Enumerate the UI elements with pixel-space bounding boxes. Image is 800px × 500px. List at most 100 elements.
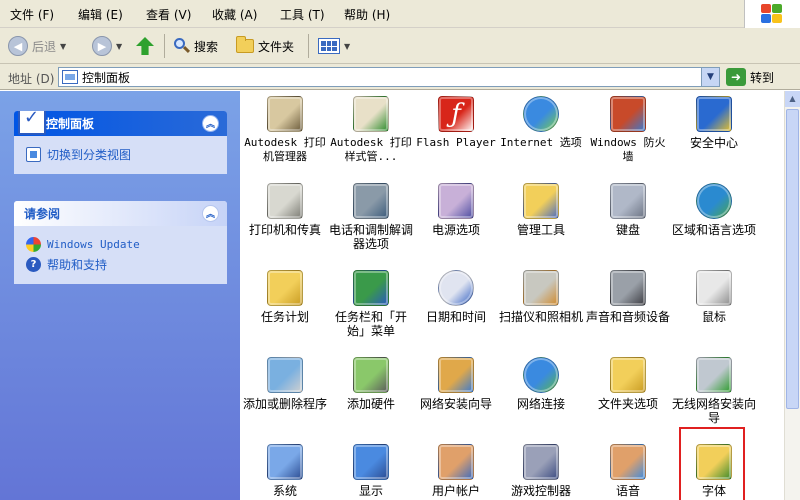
phone-modem-icon xyxy=(353,183,389,219)
address-dropdown-icon[interactable]: ▼ xyxy=(701,68,719,86)
globe-icon xyxy=(696,183,732,219)
control-panel-item[interactable]: 用户帐户 xyxy=(414,444,498,498)
control-panel-item[interactable]: 无线网络安装向导 xyxy=(672,357,756,425)
toolbar: ◀ 后退 ▼ ▶ ▼ 搜索 文件夹 ▼ xyxy=(0,28,800,64)
control-panel-item-label: 管理工具 xyxy=(516,223,565,237)
control-panel-item-label: 显示 xyxy=(358,484,383,498)
control-panel-item-label: 电话和调制解调器选项 xyxy=(329,223,414,251)
collapse-icon[interactable]: ︽ xyxy=(202,115,219,132)
control-panel-item[interactable]: 添加硬件 xyxy=(329,357,413,411)
go-button[interactable]: ➜ 转到 xyxy=(726,67,774,87)
vertical-scrollbar[interactable]: ▲ xyxy=(784,91,800,500)
control-panel-item-label: 打印机和传真 xyxy=(248,223,321,237)
control-panel-item[interactable]: 系统 xyxy=(243,444,327,498)
help-and-support-label: 帮助和支持 xyxy=(47,257,108,272)
menu-tools[interactable]: 工具 (T) xyxy=(280,6,325,23)
back-dropdown-icon[interactable]: ▼ xyxy=(60,42,66,51)
control-panel-item[interactable]: 语音 xyxy=(586,444,670,498)
control-panel-item-label: Flash Player xyxy=(416,136,496,149)
control-panel-section-header[interactable]: 控制面板 ︽ xyxy=(14,111,227,136)
admin-tools-icon xyxy=(523,183,559,219)
add-remove-icon xyxy=(267,357,303,393)
collapse-icon[interactable]: ︽ xyxy=(202,205,219,222)
search-label: 搜索 xyxy=(194,39,219,54)
control-panel-item[interactable]: 安全中心 xyxy=(672,96,756,150)
control-panel-item-label: Windows 防火墙 xyxy=(590,136,666,163)
control-panel-item[interactable]: 游戏控制器 xyxy=(499,444,583,498)
control-panel-item[interactable]: ƒ Flash Player xyxy=(414,96,498,150)
forward-dropdown-icon[interactable]: ▼ xyxy=(116,42,122,51)
menu-help[interactable]: 帮助 (H) xyxy=(344,6,390,23)
control-panel-item-label: 任务栏和「开始」菜单 xyxy=(334,310,407,338)
views-icon xyxy=(318,38,340,54)
control-panel-item[interactable]: 文件夹选项 xyxy=(586,357,670,411)
control-panel-item[interactable]: 电源选项 xyxy=(414,183,498,237)
task-pane: 控制面板 ︽ 切换到分类视图 请参阅 ︽ Windows Update ? 帮助… xyxy=(0,91,240,500)
control-panel-item[interactable]: Autodesk 打印机管理器 xyxy=(243,96,327,164)
control-panel-item-label: 系统 xyxy=(272,484,297,498)
folder-options-icon xyxy=(610,357,646,393)
see-also-section-header[interactable]: 请参阅 ︽ xyxy=(14,201,227,226)
address-field[interactable]: 控制面板 ▼ xyxy=(58,67,720,87)
windows-update-link[interactable]: Windows Update xyxy=(26,234,215,254)
control-panel-item[interactable]: 日期和时间 xyxy=(414,270,498,324)
control-panel-item[interactable]: 显示 xyxy=(329,444,413,498)
control-panel-item-label: 游戏控制器 xyxy=(510,484,571,498)
speech-icon xyxy=(610,444,646,480)
back-button[interactable]: ◀ 后退 ▼ xyxy=(8,34,66,58)
mouse-icon xyxy=(696,270,732,306)
internet-options-icon xyxy=(523,96,559,132)
control-panel-item[interactable]: 扫描仪和照相机 xyxy=(499,270,583,324)
search-button[interactable]: 搜索 xyxy=(172,34,218,58)
security-center-icon xyxy=(696,96,732,132)
selection-highlight xyxy=(679,427,745,500)
control-panel-item-label: Autodesk 打印样式管... xyxy=(330,136,412,163)
control-panel-item-label: 键盘 xyxy=(615,223,640,237)
folders-button[interactable]: 文件夹 xyxy=(236,34,294,58)
menu-view[interactable]: 查看 (V) xyxy=(146,6,191,23)
scrollbar-thumb[interactable] xyxy=(786,109,799,409)
clock-icon xyxy=(438,270,474,306)
power-icon xyxy=(438,183,474,219)
up-button[interactable] xyxy=(136,34,154,58)
control-panel-item[interactable]: 区域和语言选项 xyxy=(672,183,756,237)
control-panel-item[interactable]: Internet 选项 xyxy=(499,96,583,150)
control-panel-section: 控制面板 ︽ 切换到分类视图 xyxy=(14,111,227,174)
control-panel-section-body: 切换到分类视图 xyxy=(14,136,227,174)
control-panel-item[interactable]: 声音和音频设备 xyxy=(586,270,670,324)
speaker-icon xyxy=(610,270,646,306)
control-panel-item[interactable]: 任务计划 xyxy=(243,270,327,324)
control-panel-item[interactable]: 管理工具 xyxy=(499,183,583,237)
control-panel-item[interactable]: 网络连接 xyxy=(499,357,583,411)
control-panel-item[interactable]: 键盘 xyxy=(586,183,670,237)
scroll-up-icon[interactable]: ▲ xyxy=(785,91,800,107)
control-panel-item-label: 网络连接 xyxy=(516,397,565,411)
menu-favorites[interactable]: 收藏 (A) xyxy=(212,6,257,23)
see-also-section: 请参阅 ︽ Windows Update ? 帮助和支持 xyxy=(14,201,227,284)
address-bar: 地址 (D) 控制面板 ▼ ➜ 转到 xyxy=(0,64,800,90)
control-panel-item-label: 用户帐户 xyxy=(431,484,480,498)
control-panel-item[interactable]: 打印机和传真 xyxy=(243,183,327,237)
switch-to-category-view-link[interactable]: 切换到分类视图 xyxy=(26,144,215,164)
control-panel-item[interactable]: 任务栏和「开始」菜单 xyxy=(329,270,413,338)
control-panel-item[interactable]: 添加或删除程序 xyxy=(243,357,327,411)
help-and-support-link[interactable]: ? 帮助和支持 xyxy=(26,254,215,274)
control-panel-item-label: 区域和语言选项 xyxy=(672,223,757,237)
control-panel-item[interactable]: Autodesk 打印样式管... xyxy=(329,96,413,164)
control-panel-item-label: 鼠标 xyxy=(701,310,726,324)
control-panel-item[interactable]: 网络安装向导 xyxy=(414,357,498,411)
views-button[interactable]: ▼ xyxy=(318,34,350,58)
control-panel-item[interactable]: 电话和调制解调器选项 xyxy=(329,183,413,251)
user-accounts-icon xyxy=(438,444,474,480)
forward-arrow-icon: ▶ xyxy=(92,36,112,56)
forward-button[interactable]: ▶ ▼ xyxy=(92,34,122,58)
menu-file[interactable]: 文件 (F) xyxy=(10,6,54,23)
control-panel-item[interactable]: Windows 防火墙 xyxy=(586,96,670,164)
switch-view-label: 切换到分类视图 xyxy=(47,147,132,162)
add-hardware-icon xyxy=(353,357,389,393)
menu-edit[interactable]: 编辑 (E) xyxy=(78,6,123,23)
control-panel-item-label: 声音和音频设备 xyxy=(586,310,671,324)
see-also-section-title: 请参阅 xyxy=(24,207,61,221)
control-panel-item[interactable]: 鼠标 xyxy=(672,270,756,324)
windows-update-icon xyxy=(26,236,41,252)
